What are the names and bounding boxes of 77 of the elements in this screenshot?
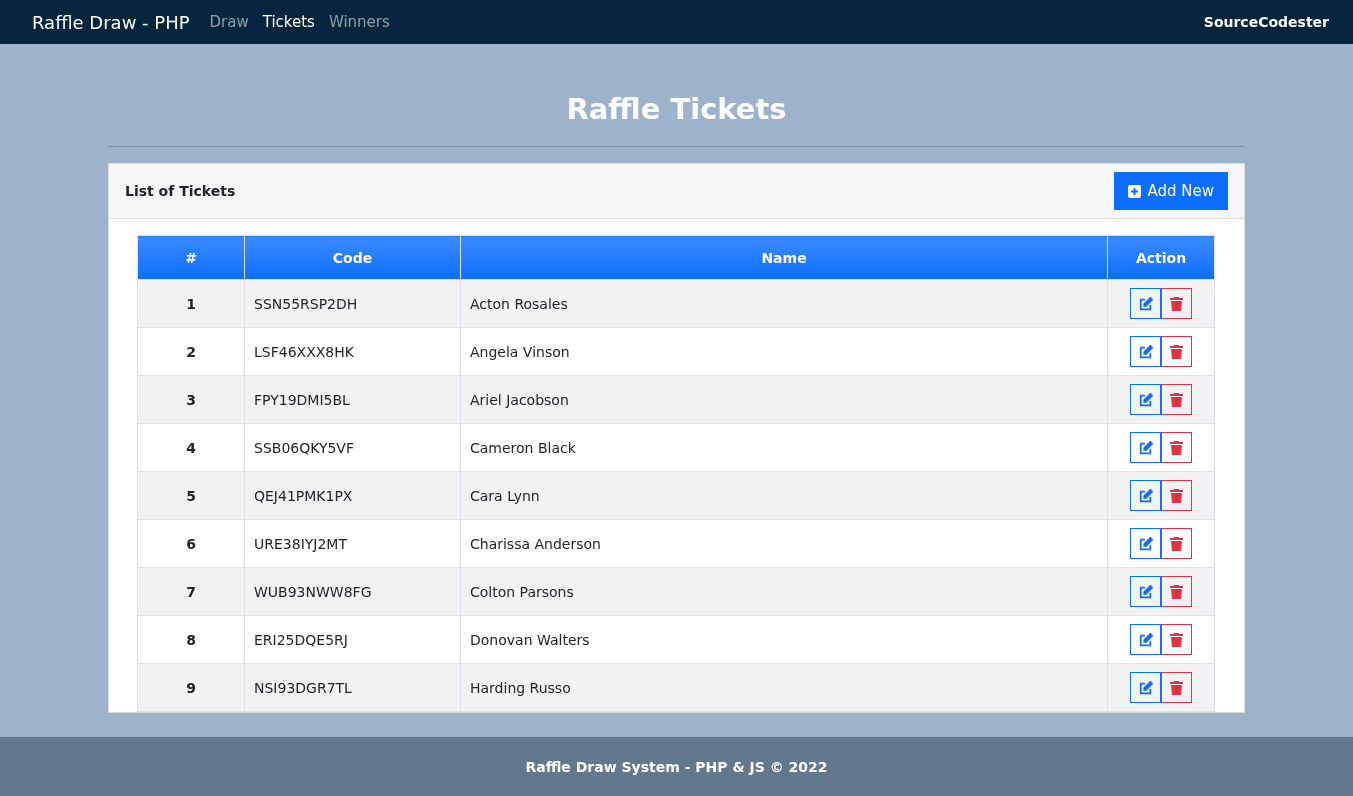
table-cell: 1	[137, 279, 245, 328]
edit-button[interactable]	[1130, 432, 1161, 463]
table-cell: WUB93NWW8FG	[244, 567, 461, 616]
trash-icon	[1170, 584, 1183, 599]
trash-icon	[1170, 392, 1183, 407]
nav-link[interactable]: Draw	[209, 13, 249, 31]
table-cell: NSI93DGR7TL	[244, 663, 461, 712]
table-cell: 6	[137, 519, 245, 568]
table-cell: ERI25DQE5RJ	[244, 615, 461, 664]
delete-button[interactable]	[1161, 576, 1192, 607]
edit-button[interactable]	[1130, 288, 1161, 319]
nav-link[interactable]: Winners	[328, 13, 390, 31]
trash-icon	[1170, 440, 1183, 455]
column-header: #	[137, 235, 245, 280]
delete-button[interactable]	[1161, 432, 1192, 463]
trash-icon	[1170, 680, 1183, 695]
table-cell: URE38IYJ2MT	[244, 519, 461, 568]
column-header: Code	[244, 235, 461, 280]
table-cell: 5	[137, 471, 245, 520]
trash-icon	[1170, 536, 1183, 551]
column-header: Action	[1107, 235, 1215, 280]
navbar-text: SourceCodester	[1203, 14, 1329, 30]
table-cell: Harding Russo	[460, 663, 1108, 712]
nav-link[interactable]: Tickets	[262, 13, 315, 31]
edit-button[interactable]	[1130, 384, 1161, 415]
edit-icon	[1138, 584, 1153, 599]
delete-button[interactable]	[1161, 288, 1192, 319]
edit-icon	[1138, 392, 1153, 407]
table-cell: 2	[137, 327, 245, 376]
edit-icon	[1138, 296, 1153, 311]
card-title: List of Tickets	[125, 183, 236, 199]
delete-button[interactable]	[1161, 528, 1192, 559]
trash-icon	[1170, 488, 1183, 503]
edit-button[interactable]	[1130, 624, 1161, 655]
table-cell: 4	[137, 423, 245, 472]
trash-icon	[1170, 344, 1183, 359]
table-cell: Angela Vinson	[460, 327, 1108, 376]
delete-button[interactable]	[1161, 624, 1192, 655]
edit-icon	[1138, 536, 1153, 551]
delete-button[interactable]	[1161, 480, 1192, 511]
edit-icon	[1138, 680, 1153, 695]
delete-button[interactable]	[1161, 336, 1192, 367]
edit-icon	[1138, 440, 1153, 455]
column-header: Name	[460, 235, 1108, 280]
table-cell: LSF46XXX8HK	[244, 327, 461, 376]
add-new-button[interactable]: Add New	[1114, 172, 1228, 210]
edit-button[interactable]	[1130, 480, 1161, 511]
edit-button[interactable]	[1130, 528, 1161, 559]
edit-icon	[1138, 632, 1153, 647]
delete-button[interactable]	[1161, 672, 1192, 703]
trash-icon	[1170, 632, 1183, 647]
edit-button[interactable]	[1130, 672, 1161, 703]
table-cell: 9	[137, 663, 245, 712]
table-cell: Ariel Jacobson	[460, 375, 1108, 424]
edit-button[interactable]	[1130, 336, 1161, 367]
table-cell: 8	[137, 615, 245, 664]
table-cell: SSN55RSP2DH	[244, 279, 461, 328]
trash-icon	[1170, 296, 1183, 311]
table-cell: SSB06QKY5VF	[244, 423, 461, 472]
table-cell: Cameron Black	[460, 423, 1108, 472]
table-cell: Colton Parsons	[460, 567, 1108, 616]
plus-square-icon	[1128, 184, 1142, 198]
table-cell: Acton Rosales	[460, 279, 1108, 328]
table-cell: QEJ41PMK1PX	[244, 471, 461, 520]
edit-icon	[1138, 488, 1153, 503]
table-cell: FPY19DMI5BL	[244, 375, 461, 424]
table-cell: 7	[137, 567, 245, 616]
table-cell: Cara Lynn	[460, 471, 1108, 520]
edit-icon	[1138, 344, 1153, 359]
page-title: Raffle Tickets	[566, 92, 787, 126]
table-cell: 3	[137, 375, 245, 424]
brand-link[interactable]: Raffle Draw - PHP	[32, 11, 190, 33]
delete-button[interactable]	[1161, 384, 1192, 415]
table-cell: Charissa Anderson	[460, 519, 1108, 568]
table-cell: Donovan Walters	[460, 615, 1108, 664]
footer-text: Raffle Draw System - PHP & JS © 2022	[525, 758, 828, 775]
edit-button[interactable]	[1130, 576, 1161, 607]
